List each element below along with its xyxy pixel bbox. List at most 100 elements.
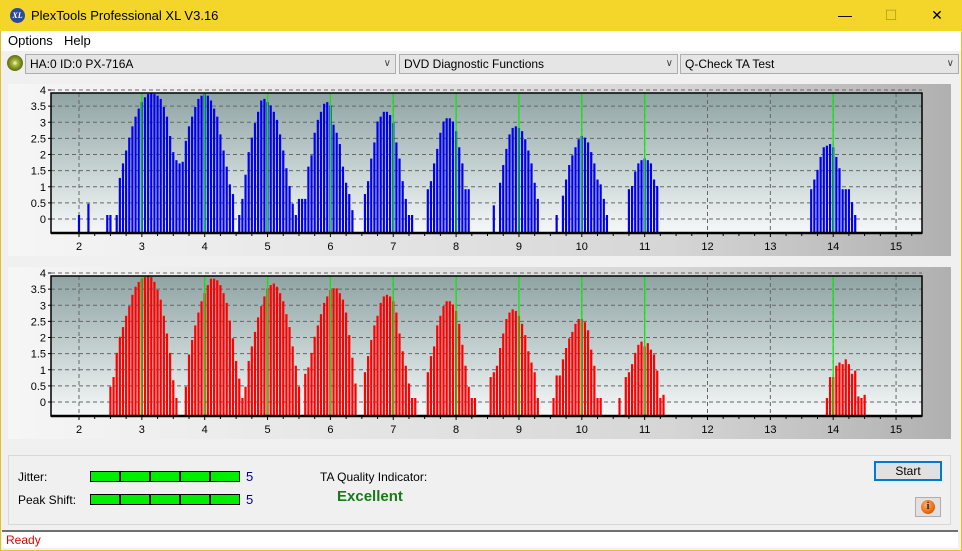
x-tick-label: 4 (202, 424, 208, 436)
window-title: PlexTools Professional XL V3.16 (31, 8, 219, 23)
histogram-bar (169, 135, 172, 233)
histogram-bar (178, 163, 181, 233)
histogram-bar (285, 168, 288, 233)
histogram-bar (275, 119, 279, 233)
histogram-bar (335, 288, 338, 416)
chevron-down-icon: ∨ (383, 58, 391, 69)
x-tick-label: 10 (576, 424, 588, 436)
x-tick-label: 2 (76, 241, 82, 253)
histogram-bar (492, 372, 495, 416)
x-tick-label: 13 (764, 241, 776, 253)
histogram-bar (304, 198, 307, 233)
histogram-bar (630, 364, 634, 416)
histogram-bar (602, 198, 605, 233)
histogram-bar (520, 131, 524, 233)
histogram-bar (335, 132, 338, 233)
quality-group (8, 455, 951, 525)
histogram-bar (294, 215, 297, 233)
histogram-bar (115, 352, 118, 416)
title-bar[interactable]: XL PlexTools Professional XL V3.16 — ☐ ✕ (0, 0, 962, 31)
histogram-bar (841, 189, 844, 233)
histogram-bar (376, 121, 379, 233)
histogram-bar (106, 215, 109, 233)
start-button[interactable]: Start (874, 461, 942, 481)
close-button[interactable]: ✕ (914, 0, 960, 31)
y-tick-label: 1 (40, 182, 46, 194)
maximize-icon: ☐ (884, 7, 898, 23)
minimize-button[interactable]: — (822, 0, 868, 31)
histogram-bar (524, 139, 527, 233)
histogram-bar (442, 306, 445, 416)
bottom-chart: 0 0.5 1 1.5 2 2.5 3 3.5 4 2 3 4 5 6 7 8 9 10 11 12 13 14 15 (31, 268, 923, 436)
histogram-bar (338, 293, 341, 416)
x-tick-label: 14 (827, 424, 839, 436)
histogram-bar (439, 132, 442, 233)
histogram-bar (511, 309, 514, 416)
histogram-bar (561, 359, 565, 416)
histogram-bar (555, 375, 558, 416)
histogram-bar (156, 289, 159, 416)
histogram-bar (175, 398, 178, 416)
y-tick-label: 4 (40, 268, 46, 280)
info-button[interactable]: i (915, 497, 941, 517)
histogram-bar (376, 315, 379, 416)
histogram-bar (656, 185, 659, 233)
histogram-bar (338, 144, 341, 233)
histogram-bar (568, 165, 571, 233)
x-tick-label: 11 (639, 241, 650, 253)
histogram-bar (257, 111, 260, 233)
y-tick-label: 3 (40, 300, 46, 312)
histogram-bar (228, 320, 231, 416)
histogram-bar (498, 182, 502, 233)
histogram-bar (121, 163, 125, 233)
histogram-bar (404, 198, 407, 233)
function-select[interactable]: DVD Diagnostic Functions ∨ (399, 54, 678, 74)
histogram-bar (200, 95, 203, 233)
histogram-bar (341, 166, 345, 233)
disc-drive-icon (7, 55, 23, 71)
histogram-bar (568, 338, 571, 416)
histogram-bar (165, 116, 169, 233)
histogram-bar (282, 301, 285, 416)
test-select[interactable]: Q-Check TA Test ∨ (680, 54, 959, 74)
y-tick-label: 2.5 (31, 316, 46, 328)
histogram-bar (121, 327, 125, 416)
histogram-bar (310, 155, 313, 233)
histogram-bar (825, 145, 829, 233)
histogram-bar (448, 118, 451, 233)
histogram-bar (414, 398, 417, 416)
histogram-bar (389, 296, 392, 416)
histogram-bar (241, 198, 244, 233)
histogram-bar (844, 359, 847, 416)
histogram-bar (250, 137, 253, 233)
histogram-bar (401, 181, 404, 233)
histogram-bar (181, 161, 184, 233)
histogram-bar (514, 126, 517, 233)
ta-quality-value: Excellent (337, 488, 403, 505)
menu-help[interactable]: Help (64, 33, 91, 48)
histogram-bar (304, 373, 307, 416)
histogram-bar (847, 364, 851, 416)
histogram-bar (492, 205, 495, 233)
histogram-bar (593, 163, 596, 233)
jitter-segment (180, 471, 210, 482)
histogram-bar (118, 336, 121, 416)
histogram-bar (150, 92, 153, 233)
histogram-bar (250, 346, 253, 416)
histogram-bar (109, 386, 112, 416)
histogram-bar (131, 294, 134, 416)
histogram-bar (470, 398, 473, 416)
maximize-button[interactable]: ☐ (868, 0, 914, 31)
histogram-bar (206, 95, 209, 233)
histogram-bar (505, 318, 508, 416)
histogram-bar (294, 365, 297, 416)
histogram-bar (137, 108, 140, 233)
drive-select[interactable]: HA:0 ID:0 PX-716A ∨ (25, 54, 396, 74)
histogram-bar (583, 322, 587, 416)
plot-area (51, 276, 922, 416)
menu-options[interactable]: Options (8, 33, 53, 48)
histogram-bar (426, 189, 429, 233)
histogram-bar (200, 301, 203, 416)
y-tick-label: 0.5 (31, 198, 46, 210)
histogram-bar (652, 354, 656, 416)
